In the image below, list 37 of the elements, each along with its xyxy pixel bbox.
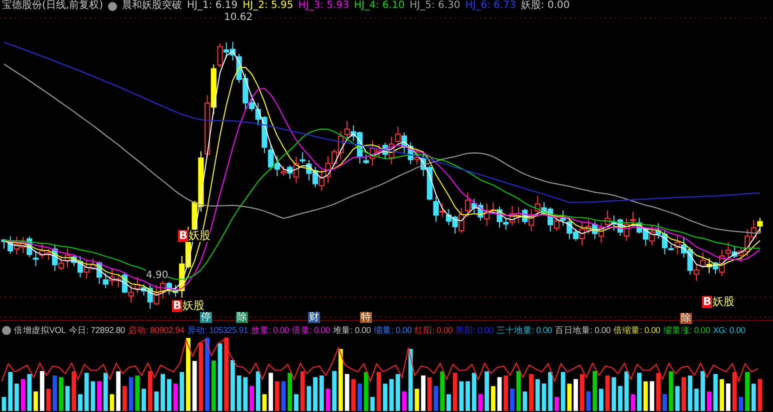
indicator-value: HJ_2: 5.95 bbox=[242, 0, 294, 12]
indicator-value: HJ_1: 6.19 bbox=[186, 0, 238, 12]
volume-value: 今日: 72892.80 bbox=[68, 324, 126, 336]
indicator-value: HJ_6: 6.73 bbox=[465, 0, 516, 12]
dropdown-icon[interactable] bbox=[108, 2, 117, 10]
signal-label: 妖股 bbox=[712, 296, 734, 308]
indicator-value: HJ_3: 5.93 bbox=[298, 0, 349, 12]
volume-value: 异动: 105325.91 bbox=[187, 324, 248, 336]
volume-title: 倍增虚拟VOL bbox=[14, 324, 66, 336]
event-badge[interactable]: 停 bbox=[200, 312, 212, 323]
price-label: 10.62 bbox=[224, 12, 253, 23]
event-badge[interactable]: 财 bbox=[308, 312, 320, 323]
volume-value: 黑阳: 0.00 bbox=[456, 324, 494, 336]
volume-value: 启动: 80902.94 bbox=[128, 324, 184, 336]
signal-label: 妖股 bbox=[182, 300, 204, 312]
signal-label: 妖股 bbox=[188, 230, 210, 242]
indicator-value: HJ_4: 6.10 bbox=[354, 0, 405, 12]
volume-value: 倍缩量: 0.00 bbox=[614, 324, 660, 336]
indicator-value: 妖股: 0.00 bbox=[520, 0, 570, 12]
event-badge[interactable]: 除 bbox=[680, 313, 692, 324]
buy-marker: B bbox=[178, 230, 188, 242]
volume-value: 堆量: 0.00 bbox=[332, 324, 371, 336]
volume-value: 百日地量: 0.00 bbox=[555, 324, 611, 336]
indicator-value: HJ_5: 6.30 bbox=[410, 0, 460, 12]
event-badge[interactable]: 特 bbox=[360, 312, 372, 323]
dropdown-icon[interactable] bbox=[2, 326, 11, 334]
price-label: 4.90 bbox=[146, 270, 168, 281]
event-badge[interactable]: 除 bbox=[236, 312, 248, 323]
volume-value: 倍量: 0.00 bbox=[292, 324, 330, 336]
volume-value: XG: 0.00 bbox=[712, 324, 746, 336]
volume-value: 三十地量: 0.00 bbox=[496, 324, 552, 336]
volume-value: 缩量: 0.00 bbox=[374, 324, 412, 336]
volume-value: 放量: 0.00 bbox=[251, 324, 289, 336]
buy-marker: B bbox=[702, 296, 712, 308]
volume-value: 缩量涨: 0.00 bbox=[663, 324, 710, 336]
buy-marker: B bbox=[172, 300, 182, 312]
volume-value: 红阳: 0.00 bbox=[414, 324, 453, 336]
